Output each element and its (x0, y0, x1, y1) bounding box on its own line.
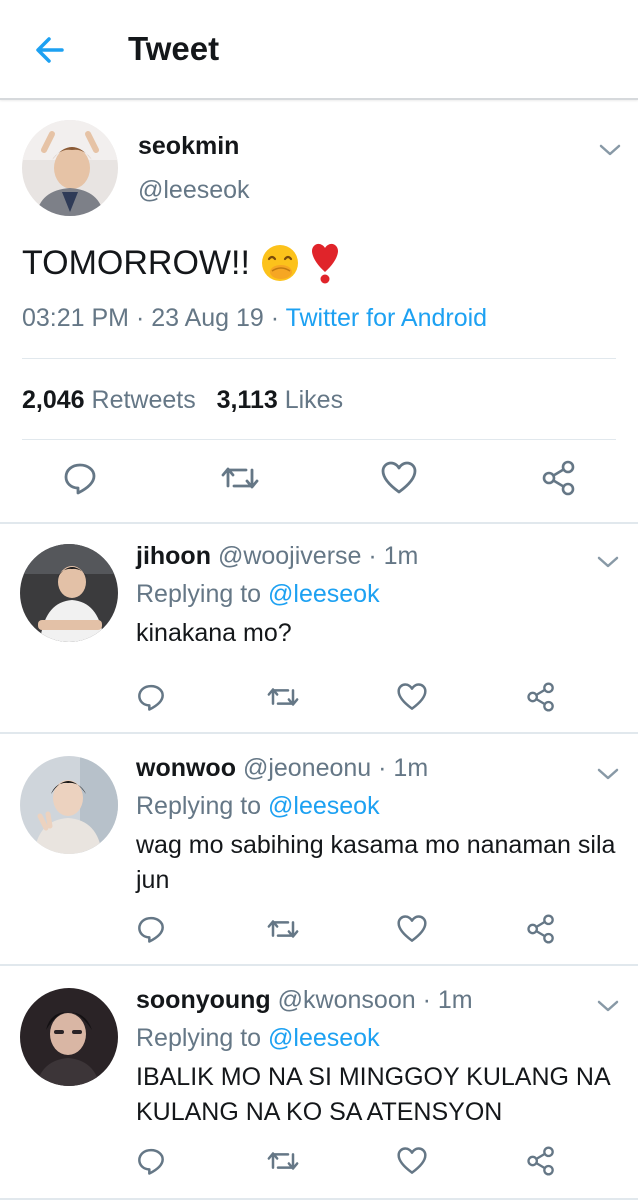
reply-icon[interactable] (62, 460, 98, 496)
reply-header: wonwoo @jeoneonu · 1m (136, 754, 428, 783)
like-icon[interactable] (396, 1146, 428, 1176)
reply-text: kinakana mo? (136, 619, 292, 647)
reply-author-name[interactable]: soonyoung (136, 986, 271, 1014)
avatar[interactable] (20, 544, 118, 642)
hand-over-mouth-emoji (261, 245, 298, 281)
reply-author-handle[interactable]: @woojiverse · 1m (218, 542, 418, 570)
arrow-left-icon (36, 37, 64, 63)
replying-to: Replying to @leeseok (136, 580, 380, 609)
retweets-count: 2,046 (22, 386, 85, 414)
share-icon[interactable] (526, 1146, 556, 1176)
replying-to-mention[interactable]: @leeseok (268, 792, 380, 820)
retweet-icon[interactable] (266, 682, 300, 712)
reply-author-handle[interactable]: @jeoneonu · 1m (243, 754, 428, 782)
tweet-meta: 03:21 PM · 23 Aug 19 · Twitter for Andro… (22, 304, 487, 333)
reply-header: jihoon @woojiverse · 1m (136, 542, 418, 571)
retweets-label: Retweets (91, 386, 196, 414)
replying-to-mention[interactable]: @leeseok (268, 1024, 380, 1052)
reply-header: soonyoung @kwonsoon · 1m (136, 986, 473, 1015)
reply-author-name[interactable]: wonwoo (136, 754, 236, 782)
reply-text: wag mo sabihing kasama mo nanaman sila j… (136, 831, 616, 894)
replying-to: Replying to @leeseok (136, 792, 380, 821)
reply-actions (0, 1146, 638, 1186)
author-name[interactable]: seokmin (138, 132, 239, 161)
reply-icon[interactable] (136, 682, 166, 712)
reply-author-name[interactable]: jihoon (136, 542, 211, 570)
retweet-icon[interactable] (266, 914, 300, 944)
share-icon[interactable] (541, 460, 577, 496)
reply-text: IBALIK MO NA SI MINGGOY KULANG NA KULANG… (136, 1063, 610, 1126)
tweet-text: TOMORROW!! (22, 242, 340, 284)
top-bar: Tweet (0, 0, 638, 100)
avatar[interactable] (20, 988, 118, 1086)
tweet-timestamp: 03:21 PM · 23 Aug 19 · (22, 304, 286, 332)
tweet-source-link[interactable]: Twitter for Android (286, 304, 487, 332)
divider (22, 358, 616, 359)
retweet-icon[interactable] (266, 1146, 300, 1176)
chevron-down-icon[interactable] (598, 142, 622, 158)
replying-to-label: Replying to (136, 792, 269, 820)
avatar[interactable] (22, 120, 118, 216)
reply-tweet[interactable]: wonwoo @jeoneonu · 1m Replying to @leese… (0, 736, 638, 966)
reply-icon[interactable] (136, 1146, 166, 1176)
likes-label: Likes (284, 386, 344, 414)
likes-stat[interactable]: 3,113 Likes (217, 386, 344, 414)
share-icon[interactable] (526, 682, 556, 712)
replying-to: Replying to @leeseok (136, 1024, 380, 1053)
author-handle[interactable]: @leeseok (138, 176, 250, 205)
like-icon[interactable] (396, 914, 428, 944)
tweet-text-content: TOMORROW!! (22, 243, 250, 282)
main-tweet: seokmin @leeseok TOMORROW!! 03:21 PM · 2… (0, 102, 638, 522)
avatar[interactable] (20, 756, 118, 854)
retweet-icon[interactable] (220, 460, 260, 496)
reply-tweet[interactable]: soonyoung @kwonsoon · 1m Replying to @le… (0, 968, 638, 1200)
reply-tweet[interactable]: jihoon @woojiverse · 1m Replying to @lee… (0, 524, 638, 734)
like-icon[interactable] (380, 460, 418, 496)
heavy-exclamation-emoji (311, 243, 338, 284)
tweet-actions (0, 460, 638, 500)
replying-to-label: Replying to (136, 1024, 269, 1052)
replying-to-mention[interactable]: @leeseok (268, 580, 380, 608)
page-title: Tweet (128, 30, 220, 67)
retweets-stat[interactable]: 2,046 Retweets (22, 386, 196, 414)
share-icon[interactable] (526, 914, 556, 944)
back-button[interactable] (30, 30, 70, 70)
likes-count: 3,113 (216, 386, 278, 414)
tweet-stats: 2,046 Retweets 3,113 Likes (22, 386, 343, 415)
like-icon[interactable] (396, 682, 428, 712)
chevron-down-icon[interactable] (596, 998, 620, 1014)
reply-actions (0, 682, 638, 722)
chevron-down-icon[interactable] (596, 766, 620, 782)
replying-to-label: Replying to (136, 580, 269, 608)
reply-icon[interactable] (136, 914, 166, 944)
divider (22, 439, 616, 440)
reply-actions (0, 914, 638, 954)
chevron-down-icon[interactable] (596, 554, 620, 570)
reply-author-handle[interactable]: @kwonsoon · 1m (278, 986, 473, 1014)
